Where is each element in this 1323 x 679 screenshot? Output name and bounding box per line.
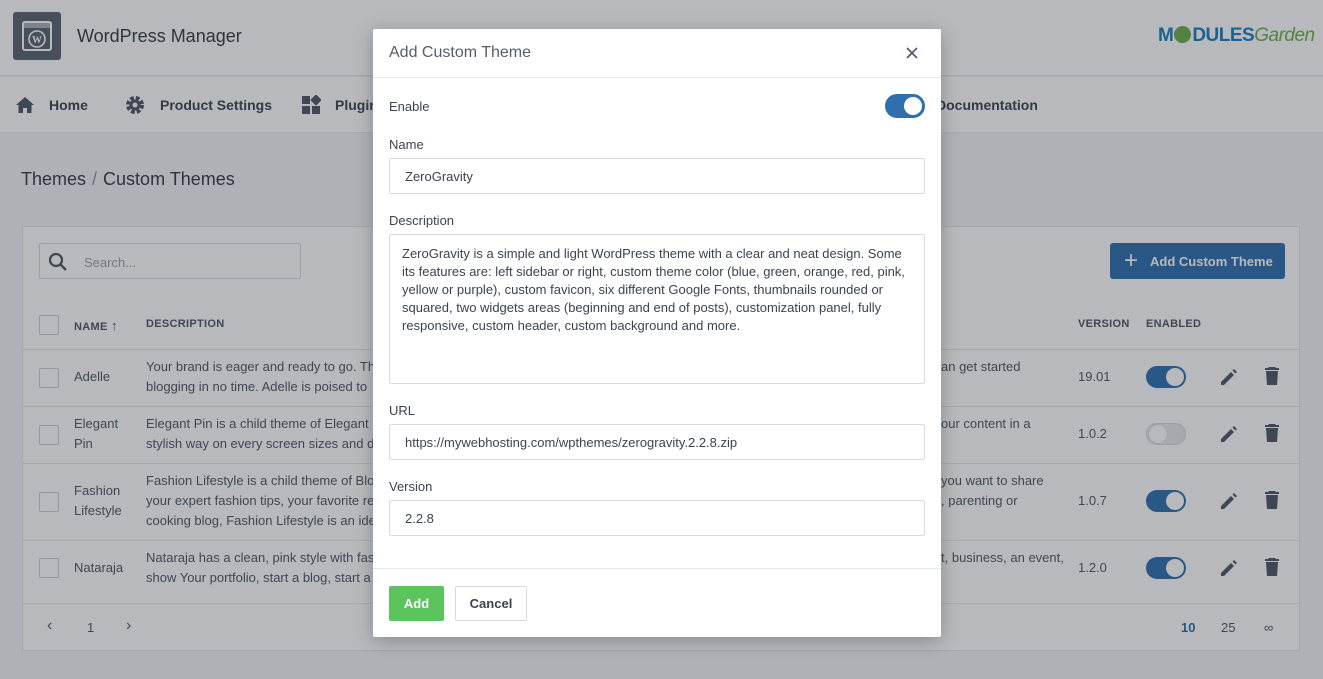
modal-footer-divider	[373, 568, 941, 569]
version-field[interactable]: 2.2.8	[389, 500, 925, 536]
description-label: Description	[389, 213, 455, 228]
modal-header-divider	[373, 77, 941, 78]
description-textarea[interactable]: ZeroGravity is a simple and light WordPr…	[389, 234, 925, 384]
version-label: Version	[389, 479, 433, 494]
close-icon[interactable]	[904, 45, 920, 61]
enable-toggle[interactable]	[885, 94, 925, 118]
modal-title: Add Custom Theme	[389, 44, 531, 61]
url-field[interactable]: https://mywebhosting.com/wpthemes/zerogr…	[389, 424, 925, 460]
url-label: URL	[389, 403, 416, 418]
cancel-button[interactable]: Cancel	[455, 586, 527, 621]
add-button[interactable]: Add	[389, 586, 444, 621]
enable-label: Enable	[389, 99, 430, 114]
name-label: Name	[389, 137, 424, 152]
add-custom-theme-modal: Add Custom Theme Enable Name ZeroGravity…	[373, 29, 941, 637]
name-field[interactable]: ZeroGravity	[389, 158, 925, 194]
